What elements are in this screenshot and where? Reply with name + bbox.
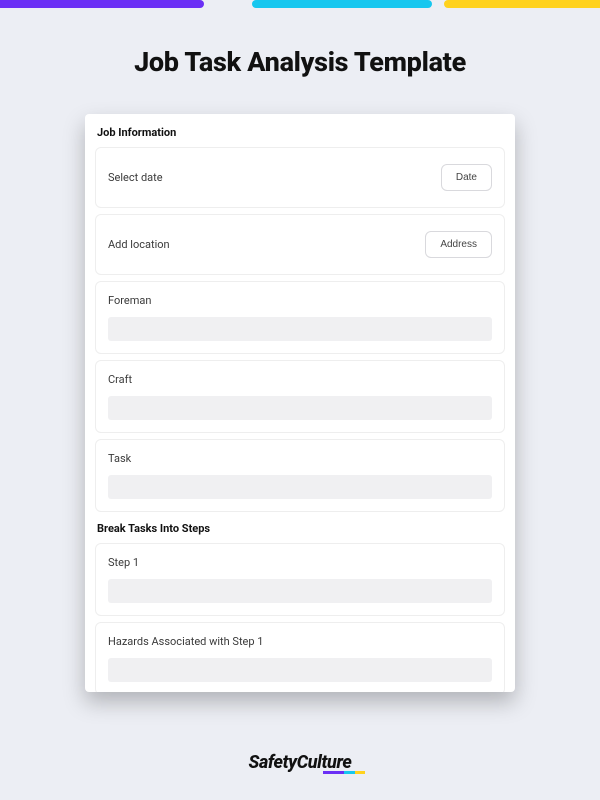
craft-input[interactable] [108,396,492,420]
foreman-row: Foreman [95,281,505,354]
step1-row: Step 1 [95,543,505,616]
task-label: Task [108,452,492,465]
section-header-job-info: Job Information [95,124,505,147]
template-card: Job Information Select date Date Add loc… [85,114,515,692]
date-button[interactable]: Date [441,164,492,191]
step1-label: Step 1 [108,556,492,569]
hazards1-label: Hazards Associated with Step 1 [108,635,492,648]
task-input[interactable] [108,475,492,499]
brand-footer: SafetyCulture [0,752,600,776]
craft-row: Craft [95,360,505,433]
foreman-label: Foreman [108,294,492,307]
accent-bar [0,0,600,8]
date-row: Select date Date [95,147,505,208]
location-row: Add location Address [95,214,505,275]
brand-name: SafetyCulture [249,752,352,773]
step1-input[interactable] [108,579,492,603]
page-title: Job Task Analysis Template [0,46,600,78]
hazards1-row: Hazards Associated with Step 1 [95,622,505,692]
section-header-break-tasks: Break Tasks Into Steps [95,520,505,543]
address-button[interactable]: Address [425,231,492,258]
hazards1-input[interactable] [108,658,492,682]
brand-underline-icon [323,771,365,774]
location-label: Add location [108,238,170,251]
craft-label: Craft [108,373,492,386]
date-label: Select date [108,171,163,184]
task-row: Task [95,439,505,512]
foreman-input[interactable] [108,317,492,341]
